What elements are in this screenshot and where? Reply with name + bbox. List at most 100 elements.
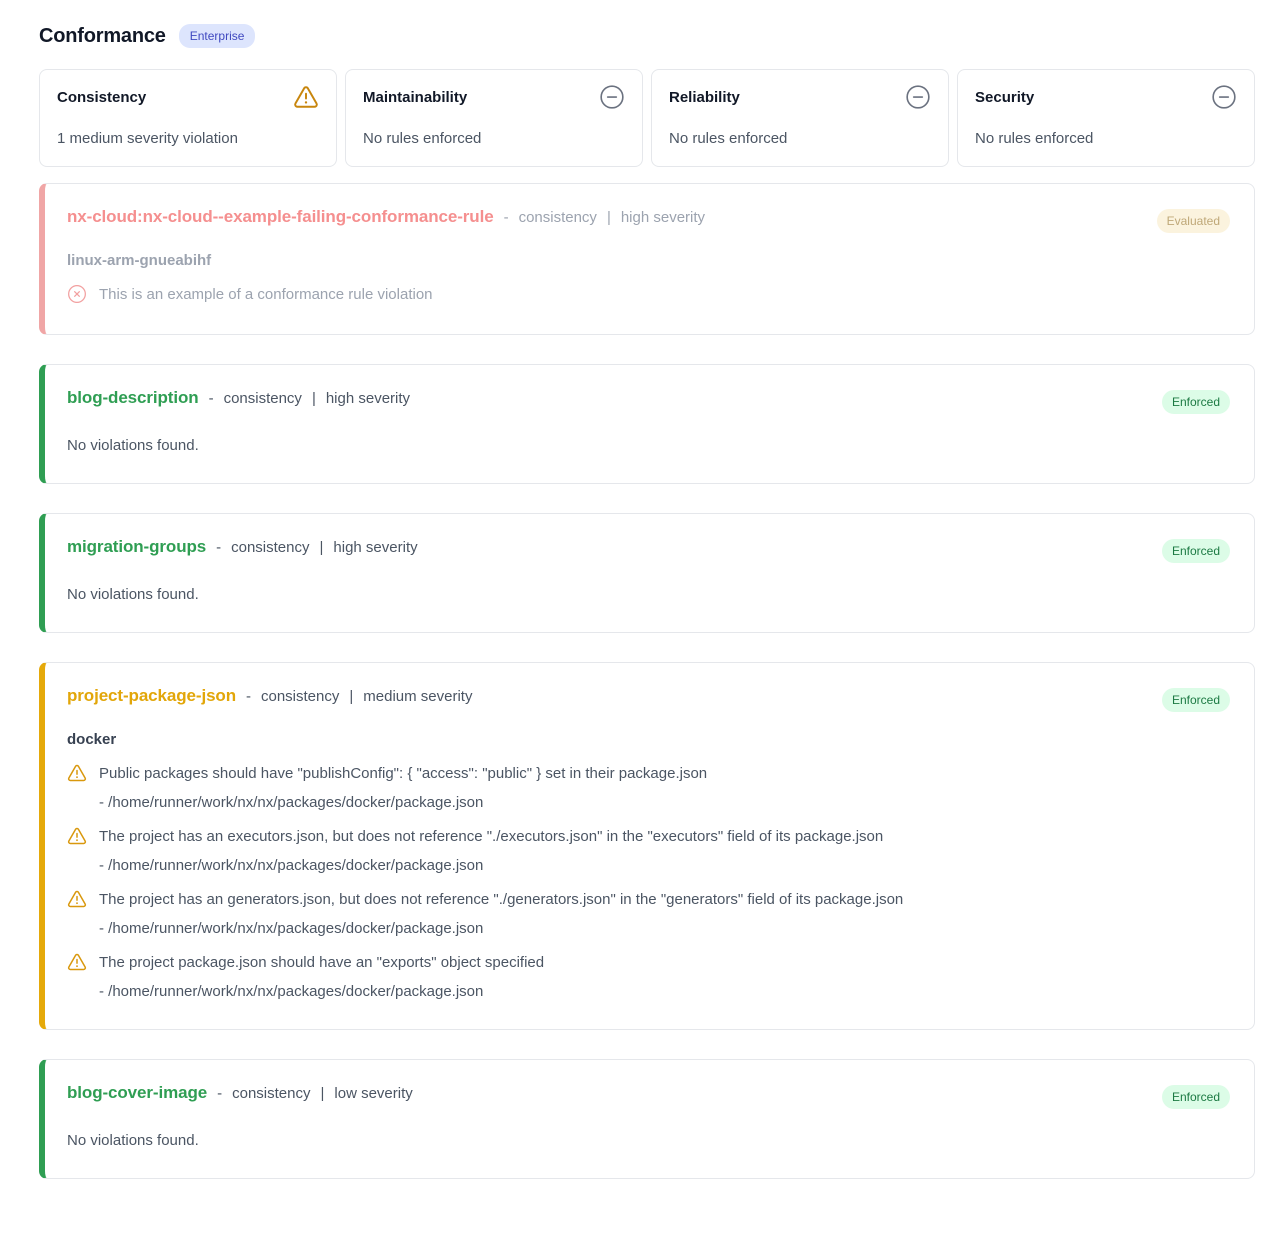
status-badge: Enforced (1162, 688, 1230, 712)
rule-category: consistency (519, 209, 597, 226)
warning-triangle-icon (67, 826, 87, 846)
page-header: Conformance Enterprise (39, 24, 1255, 48)
rule-severity: low severity (334, 1085, 412, 1102)
summary-card-title: Consistency (57, 84, 146, 106)
status-badge: Enforced (1162, 539, 1230, 563)
rule-name: blog-description (67, 388, 199, 408)
rule-name: project-package-json (67, 686, 236, 706)
rule-dash-separator: - (246, 688, 251, 705)
violation-message: The project has an executors.json, but d… (99, 826, 883, 847)
summary-card-status: No rules enforced (975, 130, 1237, 147)
summary-card-status: No rules enforced (363, 130, 625, 147)
minus-circle-icon (599, 84, 625, 110)
violation-file-path: - /home/runner/work/nx/nx/packages/docke… (99, 794, 1230, 811)
violation-file-path: - /home/runner/work/nx/nx/packages/docke… (99, 857, 1230, 874)
rule-name: blog-cover-image (67, 1083, 207, 1103)
violation-message-row: This is an example of a conformance rule… (67, 284, 1230, 305)
summary-card-header: Consistency (57, 84, 319, 110)
violation-item: The project has an generators.json, but … (67, 889, 1230, 937)
rule-card-header: blog-description-consistency | high severi… (67, 388, 1230, 414)
summary-card-status: 1 medium severity violation (57, 130, 319, 147)
warning-triangle-icon (67, 889, 87, 909)
violation-message-row: The project package.json should have an … (67, 952, 1230, 973)
project-name: docker (67, 731, 1230, 748)
x-circle-icon (67, 284, 87, 304)
rule-category: consistency (231, 539, 309, 556)
violation-message-row: The project has an executors.json, but d… (67, 826, 1230, 847)
page-title: Conformance (39, 25, 166, 48)
no-violations-message: No violations found. (67, 586, 1230, 603)
rule-card-header: blog-cover-image-consistency | low severit… (67, 1083, 1230, 1109)
violation-file-path: - /home/runner/work/nx/nx/packages/docke… (99, 983, 1230, 1000)
status-badge: Evaluated (1157, 209, 1230, 233)
no-violations-message: No violations found. (67, 1132, 1230, 1149)
rule-category: consistency (232, 1085, 310, 1102)
rule-category: consistency (224, 390, 302, 407)
project-name: linux-arm-gnueabihf (67, 252, 1230, 269)
summary-card-title: Reliability (669, 84, 740, 106)
rule-severity: medium severity (363, 688, 472, 705)
violation-item: The project has an executors.json, but d… (67, 826, 1230, 874)
rule-card-blog-cover-image: blog-cover-image-consistency | low severit… (39, 1059, 1255, 1179)
status-badge: Enforced (1162, 390, 1230, 414)
rule-pipe-separator: | (312, 390, 316, 407)
violation-message: Public packages should have "publishConf… (99, 763, 707, 784)
summary-card-title: Security (975, 84, 1034, 106)
warning-triangle-icon (67, 952, 87, 972)
rule-card-nx-cloud-nx-cloud--example-failing-conformance-rule: nx-cloud:nx-cloud--example-failing-confo… (39, 183, 1255, 335)
rule-card-header: nx-cloud:nx-cloud--example-failing-confo… (67, 207, 1230, 233)
rule-card-blog-description: blog-description-consistency | high severi… (39, 364, 1255, 484)
rule-title-row: migration-groups-consistency | high severi… (67, 537, 418, 557)
summary-card-consistency: Consistency 1 medium severity violation (39, 69, 337, 167)
rule-category: consistency (261, 688, 339, 705)
violation-item: The project package.json should have an … (67, 952, 1230, 1000)
summary-cards-row: Consistency 1 medium severity violation Ma… (39, 69, 1255, 167)
rule-title-row: nx-cloud:nx-cloud--example-failing-confo… (67, 207, 705, 227)
rule-dash-separator: - (504, 209, 509, 226)
rule-severity: high severity (621, 209, 705, 226)
conformance-page: Conformance Enterprise Consistency 1 medi… (0, 0, 1287, 1242)
rule-dash-separator: - (217, 1085, 222, 1102)
violation-message: The project package.json should have an … (99, 952, 544, 973)
violation-message: This is an example of a conformance rule… (99, 284, 433, 305)
violation-item: This is an example of a conformance rule… (67, 284, 1230, 305)
summary-card-header: Maintainability (363, 84, 625, 110)
summary-card-header: Reliability (669, 84, 931, 110)
rule-card-project-package-json: project-package-json-consistency | medium … (39, 662, 1255, 1030)
rules-list: nx-cloud:nx-cloud--example-failing-confo… (39, 183, 1255, 1179)
summary-card-header: Security (975, 84, 1237, 110)
rule-pipe-separator: | (320, 539, 324, 556)
violation-message: The project has an generators.json, but … (99, 889, 903, 910)
rule-dash-separator: - (216, 539, 221, 556)
enterprise-badge: Enterprise (179, 24, 256, 48)
rule-name: migration-groups (67, 537, 206, 557)
rule-card-migration-groups: migration-groups-consistency | high severi… (39, 513, 1255, 633)
violation-file-path: - /home/runner/work/nx/nx/packages/docke… (99, 920, 1230, 937)
rule-severity: high severity (326, 390, 410, 407)
rule-title-row: blog-description-consistency | high severi… (67, 388, 410, 408)
rule-title-row: project-package-json-consistency | medium … (67, 686, 472, 706)
summary-card-status: No rules enforced (669, 130, 931, 147)
rule-card-header: migration-groups-consistency | high severi… (67, 537, 1230, 563)
warning-triangle-icon (67, 763, 87, 783)
rule-card-header: project-package-json-consistency | medium … (67, 686, 1230, 712)
summary-card-security: Security No rules enforced (957, 69, 1255, 167)
rule-name: nx-cloud:nx-cloud--example-failing-confo… (67, 207, 494, 227)
warning-triangle-icon (293, 84, 319, 110)
minus-circle-icon (905, 84, 931, 110)
minus-circle-icon (1211, 84, 1237, 110)
rule-pipe-separator: | (320, 1085, 324, 1102)
rule-pipe-separator: | (607, 209, 611, 226)
rule-title-row: blog-cover-image-consistency | low severit… (67, 1083, 413, 1103)
no-violations-message: No violations found. (67, 437, 1230, 454)
summary-card-reliability: Reliability No rules enforced (651, 69, 949, 167)
status-badge: Enforced (1162, 1085, 1230, 1109)
rule-pipe-separator: | (349, 688, 353, 705)
summary-card-title: Maintainability (363, 84, 467, 106)
rule-dash-separator: - (209, 390, 214, 407)
violation-item: Public packages should have "publishConf… (67, 763, 1230, 811)
rule-severity: high severity (333, 539, 417, 556)
summary-card-maintainability: Maintainability No rules enforced (345, 69, 643, 167)
violation-message-row: The project has an generators.json, but … (67, 889, 1230, 910)
violation-message-row: Public packages should have "publishConf… (67, 763, 1230, 784)
